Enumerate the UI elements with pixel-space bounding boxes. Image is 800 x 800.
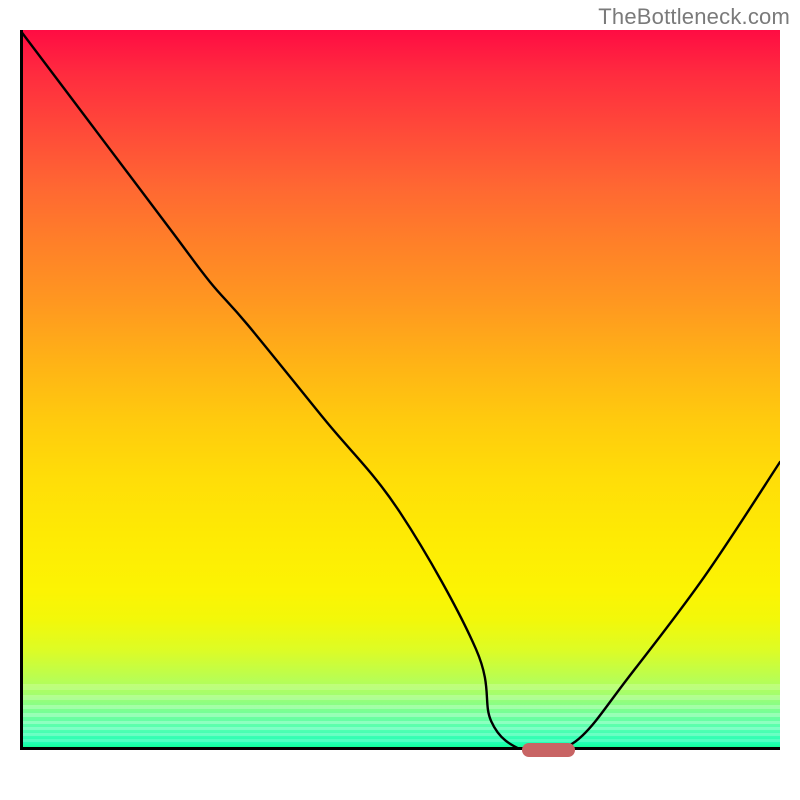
watermark-text: TheBottleneck.com [598, 4, 790, 30]
curve-svg [20, 30, 780, 750]
plot-area [20, 30, 780, 790]
optimal-marker [522, 743, 575, 757]
bottleneck-curve [20, 30, 780, 750]
chart-container: TheBottleneck.com [0, 0, 800, 800]
